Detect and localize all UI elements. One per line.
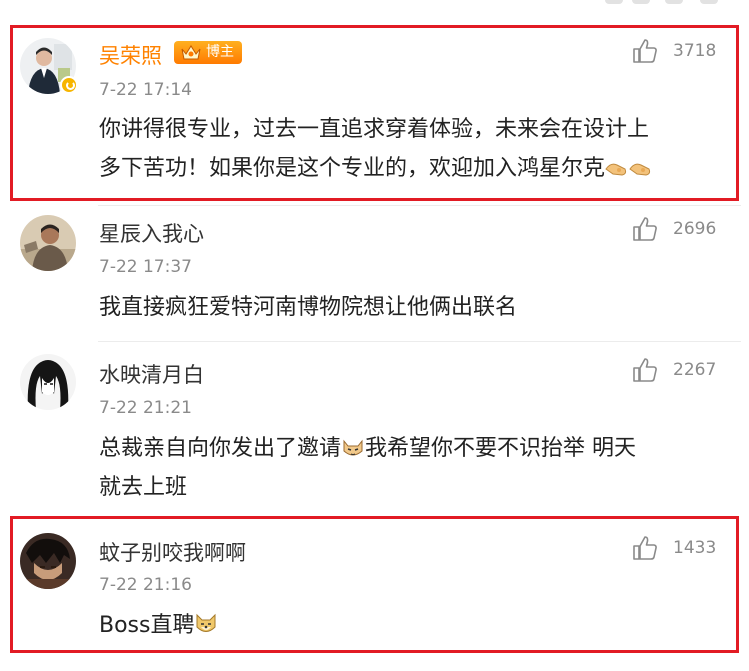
like-icon[interactable] [632,357,658,383]
verified-badge-icon [60,76,78,94]
like-count: 1433 [673,538,717,558]
like-count: 2267 [673,360,717,380]
previous-comment-fragment [0,0,749,10]
divider [98,205,741,206]
comment-timestamp: 7-22 21:16 [99,575,192,595]
comment-text: 总裁亲自向你发出了邀请 我希望你不要不识抬举 明天 就去上班 [99,429,636,507]
like-icon[interactable] [632,38,658,64]
like-count: 2696 [673,219,717,239]
comment-text-line: Boss直聘 [99,606,218,645]
username[interactable]: 水映清月白 [99,359,204,389]
comment-text: 我直接疯狂爱特河南博物院想让他俩出联名 [99,288,517,327]
comment-text-line: 你讲得很专业，过去一直追求穿着体验，未来会在设计上 [99,117,650,142]
comment-timestamp: 7-22 21:21 [99,398,192,418]
cat-icon [343,439,363,456]
like-count: 3718 [673,41,717,61]
comment-timestamp: 7-22 17:14 [99,80,192,100]
handshake-icon [605,163,651,176]
comment-timestamp: 7-22 17:37 [99,257,192,277]
dog-icon [196,613,216,632]
author-badge-label: 博主 [206,44,234,60]
comment-text: Boss直聘 [99,606,218,645]
comment-text: 你讲得很专业，过去一直追求穿着体验，未来会在设计上 多下苦功！如果你是这个专业的… [99,110,653,188]
username[interactable]: 蚊子别咬我啊啊 [99,537,246,567]
comment-text-line: 多下苦功！如果你是这个专业的，欢迎加入鸿星尔克 [99,149,653,188]
avatar[interactable] [20,215,76,271]
comment-text-line: 总裁亲自向你发出了邀请 我希望你不要不识抬举 明天 [99,436,637,461]
username[interactable]: 星辰入我心 [99,218,204,248]
comment-text-line: 我直接疯狂爱特河南博物院想让他俩出联名 [99,295,518,320]
crown-icon [181,45,201,60]
comment-text-line: 就去上班 [99,475,188,500]
like-icon[interactable] [632,216,658,242]
avatar[interactable] [20,354,76,410]
username[interactable]: 吴荣照 [99,40,162,70]
divider [98,341,741,342]
author-badge: 博主 [174,41,242,64]
like-icon[interactable] [632,535,658,561]
avatar[interactable] [20,533,76,589]
